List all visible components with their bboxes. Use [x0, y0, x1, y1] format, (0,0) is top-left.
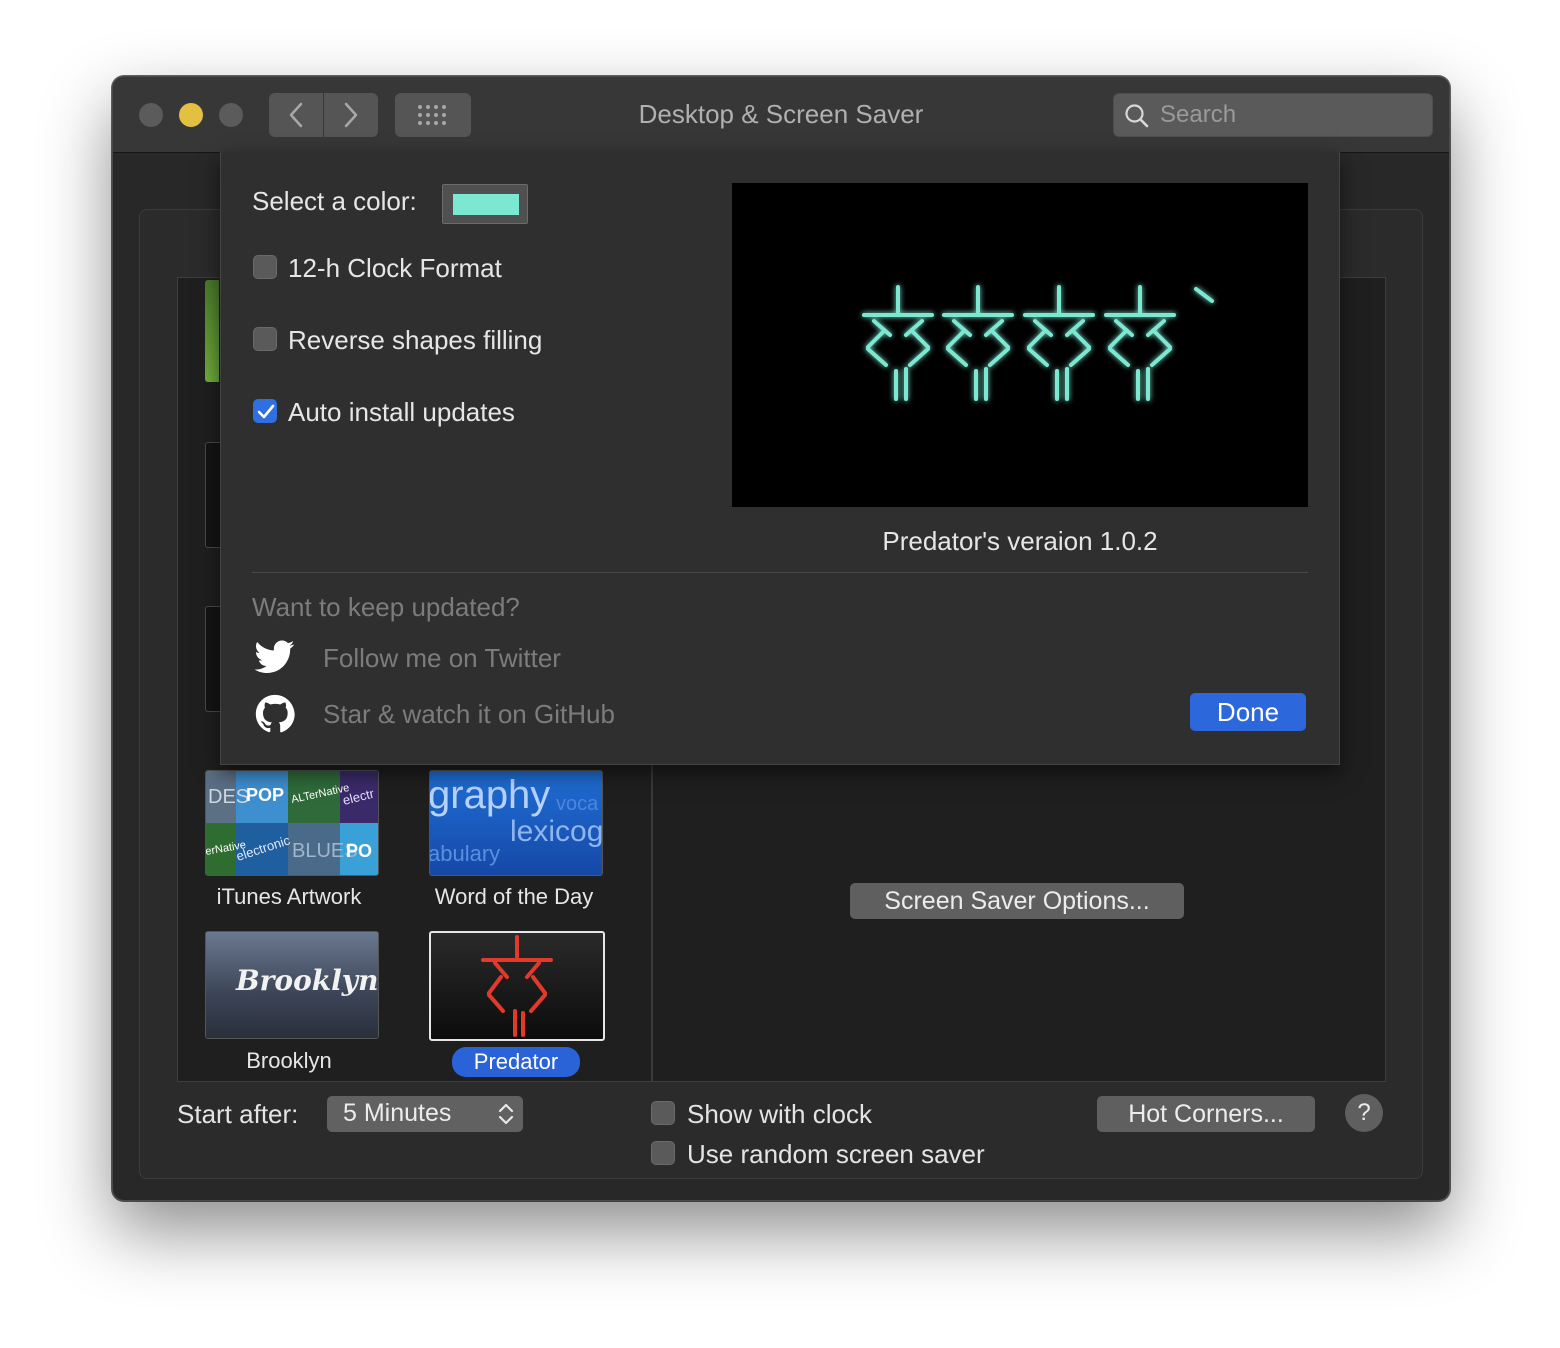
saver-thumbnail-itunes-artwork[interactable]: DES POP ALTerNative electr erNative elec… — [205, 770, 379, 876]
checkmark-icon — [257, 404, 275, 419]
saver-label-brooklyn[interactable]: Brooklyn — [189, 1048, 389, 1074]
saver-thumbnail-brooklyn[interactable]: Brooklyn — [205, 931, 379, 1039]
predator-preview — [732, 183, 1308, 507]
twitter-link[interactable]: Follow me on Twitter — [323, 643, 561, 674]
color-well[interactable] — [442, 184, 528, 224]
auto-install-updates-label[interactable]: Auto install updates — [288, 397, 515, 428]
twitter-icon[interactable] — [255, 640, 295, 674]
reverse-shapes-checkbox[interactable] — [253, 327, 277, 351]
clock-format-checkbox[interactable] — [253, 255, 277, 279]
saver-thumbnail-predator[interactable] — [429, 931, 605, 1041]
auto-install-updates-checkbox[interactable] — [253, 399, 277, 423]
github-link[interactable]: Star & watch it on GitHub — [323, 699, 615, 730]
hot-corners-button[interactable]: Hot Corners... — [1097, 1096, 1315, 1132]
search-input[interactable] — [1158, 98, 1422, 132]
saver-thumbnail-partial[interactable] — [205, 606, 221, 712]
random-screen-saver-checkbox[interactable] — [651, 1141, 675, 1165]
version-label: Predator's veraion 1.0.2 — [882, 526, 1158, 556]
show-with-clock-label[interactable]: Show with clock — [687, 1099, 872, 1130]
search-icon — [1125, 104, 1149, 128]
brooklyn-tile-text: Brooklyn — [236, 964, 379, 997]
word-tile-text: voca — [556, 793, 599, 815]
itunes-tile-text: DES — [208, 786, 249, 808]
start-after-select[interactable]: 5 Minutes — [327, 1096, 523, 1132]
keep-updated-heading: Want to keep updated? — [252, 592, 520, 622]
github-icon[interactable] — [255, 694, 295, 734]
saver-label-predator[interactable]: Predator — [452, 1047, 580, 1077]
start-after-label: Start after: — [177, 1099, 299, 1129]
predator-clock-glyphs — [862, 285, 1214, 401]
start-after-value: 5 Minutes — [343, 1099, 452, 1127]
divider — [252, 572, 1308, 573]
title-bar: Desktop & Screen Saver — [113, 77, 1449, 153]
itunes-tile-text: POP — [246, 785, 284, 805]
word-tile-text: graphy — [429, 773, 551, 817]
saver-thumbnail-partial[interactable] — [205, 442, 221, 548]
word-tile-text: lexicog — [510, 815, 603, 848]
color-swatch — [453, 194, 519, 215]
saver-thumbnail-partial[interactable] — [205, 280, 219, 382]
reverse-shapes-label[interactable]: Reverse shapes filling — [288, 325, 542, 356]
done-button[interactable]: Done — [1190, 693, 1306, 731]
saver-label-itunes-artwork[interactable]: iTunes Artwork — [189, 884, 389, 910]
predator-options-sheet: Select a color: 12-h Clock Format Revers… — [220, 152, 1340, 765]
updown-chevron-icon — [498, 1103, 514, 1125]
random-screen-saver-label[interactable]: Use random screen saver — [687, 1139, 985, 1170]
saver-thumbnail-word-of-the-day[interactable]: graphy voca lexicog abulary — [429, 770, 603, 876]
show-with-clock-checkbox[interactable] — [651, 1101, 675, 1125]
word-tile-text: abulary — [429, 841, 501, 866]
screen-saver-options-button[interactable]: Screen Saver Options... — [850, 883, 1184, 919]
help-button[interactable]: ? — [1345, 1094, 1383, 1132]
saver-label-word-of-the-day[interactable]: Word of the Day — [414, 884, 614, 910]
itunes-tile-text: PO — [346, 841, 372, 861]
select-color-label: Select a color: — [252, 186, 417, 216]
predator-glyph-icon — [481, 935, 553, 1037]
clock-format-label[interactable]: 12-h Clock Format — [288, 253, 502, 284]
itunes-artwork-image: DES POP ALTerNative electr erNative elec… — [206, 771, 378, 875]
search-field[interactable] — [1113, 93, 1433, 137]
